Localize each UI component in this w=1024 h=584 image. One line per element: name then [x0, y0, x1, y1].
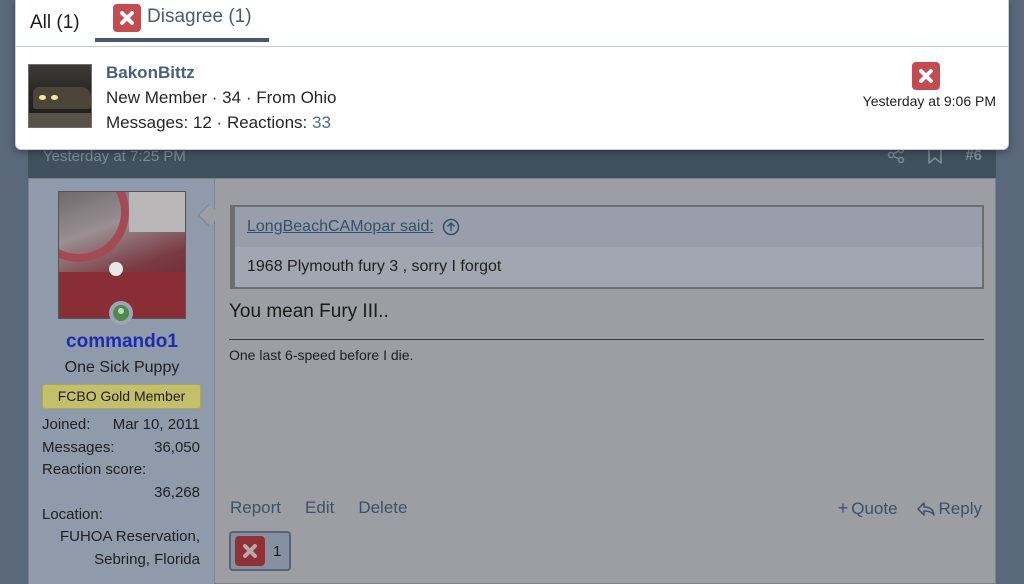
reply-icon [916, 501, 935, 516]
location-line-1[interactable]: FUHOA Reservation, [60, 528, 200, 545]
reaction-count: 1 [273, 542, 282, 560]
tab-disagree[interactable]: Disagree (1) [95, 0, 269, 42]
tab-disagree-label: Disagree (1) [147, 6, 252, 27]
reactor-messages-label: Messages: 12 · Reactions: [106, 113, 308, 132]
reaction-time: Yesterday at 9:06 PM [862, 93, 996, 109]
reactor-stats: Messages: 12 · Reactions: 33 [106, 113, 331, 133]
post-date[interactable]: Yesterday at 7:25 PM [43, 148, 186, 165]
joined-value: Mar 10, 2011 [112, 416, 200, 433]
reaction-score-label: Reaction score: [42, 461, 147, 478]
post-reply-links: + Quote Reply [838, 498, 982, 519]
reaction-summary[interactable]: 1 [229, 531, 291, 571]
quote-header: LongBeachCAMopar said: [235, 207, 982, 247]
disagree-x-icon [235, 536, 265, 566]
online-status-icon [109, 301, 133, 325]
quote-button-label: Quote [851, 499, 898, 518]
message-column: LongBeachCAMopar said: 1968 Plymouth fur… [216, 179, 996, 584]
username[interactable]: commando1 [29, 331, 215, 353]
location-label: Location: [42, 506, 103, 523]
user-avatar[interactable] [58, 191, 186, 319]
post-body: commando1 One Sick Puppy FCBO Gold Membe… [28, 178, 996, 584]
plus-icon: + [837, 498, 849, 518]
reactor-avatar[interactable] [28, 64, 92, 128]
report-link[interactable]: Report [230, 498, 281, 518]
reaction-score-value: 36,268 [154, 484, 200, 501]
user-info-panel: commando1 One Sick Puppy FCBO Gold Membe… [29, 179, 215, 584]
reactor-row: BakonBittz New Member · 34 · From Ohio M… [16, 48, 1008, 150]
reactor-reactions-link[interactable]: 33 [312, 113, 331, 132]
delete-link[interactable]: Delete [358, 498, 407, 518]
quote-block: LongBeachCAMopar said: 1968 Plymouth fur… [230, 205, 984, 289]
joined-label: Joined: [42, 416, 91, 433]
reactions-popup: All (1) Disagree (1) BakonBittz New Memb… [15, 0, 1009, 150]
signature-divider [229, 339, 984, 340]
reply-button[interactable]: Reply [916, 499, 982, 519]
tab-all[interactable]: All (1) [30, 12, 80, 34]
quote-button[interactable]: + Quote [838, 498, 898, 519]
reply-button-label: Reply [938, 498, 982, 518]
messages-value: 36,050 [154, 439, 200, 456]
arrow-up-circle-icon[interactable] [442, 218, 460, 236]
disagree-x-icon [113, 4, 141, 32]
disagree-x-icon [912, 62, 940, 90]
user-banner: FCBO Gold Member [42, 384, 201, 409]
reactor-name[interactable]: BakonBittz [106, 63, 195, 83]
reaction-tabs: All (1) Disagree (1) [16, 0, 1008, 47]
post-action-links: Report Edit Delete [230, 498, 407, 518]
message-text: You mean Fury III.. [229, 301, 389, 322]
signature-text: One last 6-speed before I die. [229, 347, 414, 363]
edit-link[interactable]: Edit [305, 498, 334, 518]
reactor-info: New Member · 34 · From Ohio [106, 88, 337, 107]
messages-label: Messages: [42, 439, 115, 456]
quote-author-link[interactable]: LongBeachCAMopar said: [247, 218, 434, 236]
quote-text: 1968 Plymouth fury 3 , sorry I forgot [247, 258, 502, 275]
location-line-2[interactable]: Sebring, Florida [94, 551, 200, 568]
user-title: One Sick Puppy [64, 359, 180, 376]
